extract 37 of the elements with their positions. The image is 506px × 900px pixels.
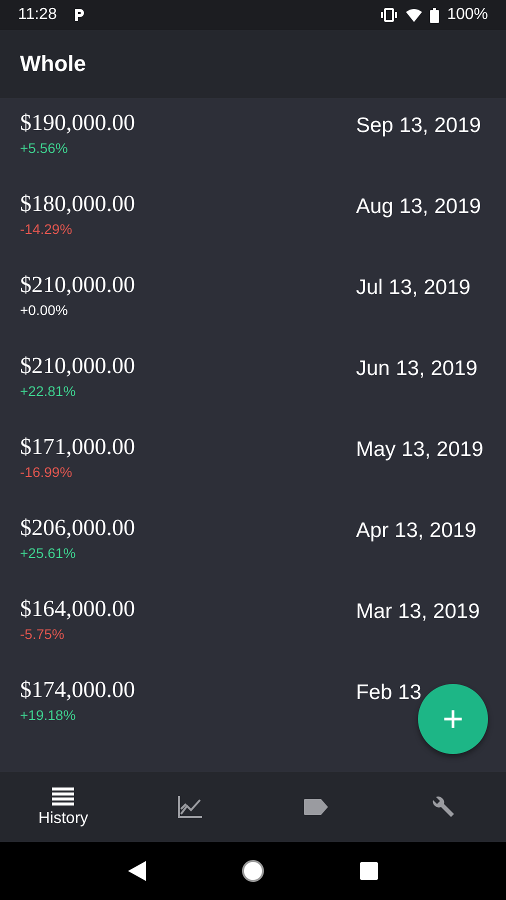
list-icon	[51, 786, 76, 806]
date-text: Sep 13, 2019	[356, 114, 481, 138]
change-text: -14.29%	[20, 221, 72, 237]
amount-text: $210,000.00	[20, 272, 135, 298]
chart-icon	[176, 795, 203, 819]
change-text: +22.81%	[20, 383, 76, 399]
recents-icon[interactable]	[359, 861, 379, 881]
parking-icon	[72, 8, 85, 22]
amount-text: $171,000.00	[20, 434, 135, 460]
amount-text: $174,000.00	[20, 677, 135, 703]
battery-icon	[430, 8, 440, 22]
change-text: -16.99%	[20, 464, 72, 480]
amount-text: $210,000.00	[20, 353, 135, 379]
date-text: Jul 13, 2019	[356, 276, 470, 300]
change-text: +5.56%	[20, 140, 68, 156]
home-icon[interactable]	[241, 859, 265, 883]
date-text: Aug 13, 2019	[356, 195, 481, 219]
status-time: 11:28	[18, 6, 57, 24]
wifi-icon	[406, 8, 422, 22]
change-text: +19.18%	[20, 707, 76, 723]
date-text: Jun 13, 2019	[356, 357, 478, 381]
amount-text: $206,000.00	[20, 515, 135, 541]
change-text: +25.61%	[20, 545, 76, 561]
change-text: +0.00%	[20, 302, 68, 318]
amount-text: $190,000.00	[20, 110, 135, 136]
battery-level: 100%	[447, 6, 488, 24]
app-title: Whole	[20, 51, 86, 77]
date-text: Mar 13, 2019	[356, 600, 480, 624]
date-text: May 13, 2019	[356, 438, 484, 462]
vibrate-icon	[380, 8, 398, 22]
change-text: -5.75%	[20, 626, 64, 642]
amount-text: $164,000.00	[20, 596, 135, 622]
amount-text: $180,000.00	[20, 191, 135, 217]
tag-icon	[303, 798, 330, 816]
nav-tab[interactable]: History	[0, 772, 126, 842]
back-icon[interactable]	[127, 860, 147, 882]
date-text: Apr 13, 2019	[356, 519, 476, 543]
